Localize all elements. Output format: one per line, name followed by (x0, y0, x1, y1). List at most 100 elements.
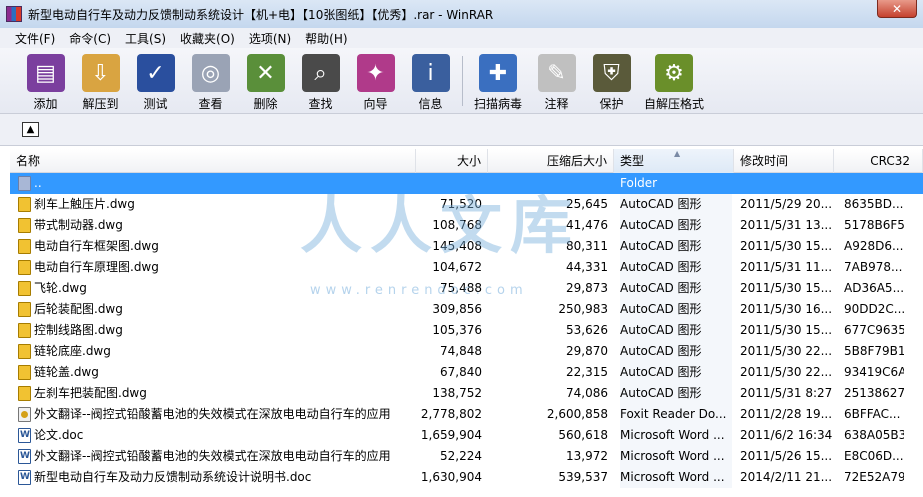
dwg-file-icon (18, 365, 31, 380)
cell-name: 后轮装配图.dwg (34, 302, 123, 316)
toolbar-button-label: 向导 (363, 97, 388, 111)
cell-crc: 72E52A79 (844, 470, 904, 484)
cell-modified: 2011/5/31 13... (740, 218, 832, 232)
menu-item[interactable]: 命令(C) (62, 30, 118, 47)
cell-crc: 6BFFAC... (844, 407, 901, 421)
toolbar-button[interactable]: ◎ 查看 (183, 48, 238, 114)
cell-packed (488, 173, 608, 194)
cell-modified: 2011/2/28 19... (740, 407, 832, 421)
cell-type: AutoCAD 图形 (620, 236, 732, 257)
cell-crc: 25138627 (844, 386, 904, 400)
dwg-file-icon (18, 281, 31, 296)
cell-size: 145,408 (432, 239, 482, 253)
file-row[interactable]: 带式制动器.dwg 108,768 41,476 AutoCAD 图形 2011/5/3… (10, 215, 923, 236)
cell-name: 带式制动器.dwg (34, 218, 123, 232)
cell-crc: 7AB978... (844, 260, 903, 274)
dwg-file-icon (18, 344, 31, 359)
file-row[interactable]: 飞轮.dwg 75,488 29,873 AutoCAD 图形 2011/5/30 15… (10, 278, 923, 299)
cell-size (416, 173, 482, 194)
file-row[interactable]: 论文.doc 1,659,904 560,618 Microsoft Word ...… (10, 425, 923, 446)
toolbar-button[interactable]: ⚙ 自解压格式 (639, 48, 709, 114)
cell-name: 论文.doc (34, 428, 84, 442)
toolbar-button[interactable]: ✓ 测试 (128, 48, 183, 114)
cell-modified: 2011/5/30 15... (740, 239, 832, 253)
file-row[interactable]: 外文翻译--阀控式铅酸蓄电池的失效模式在深放电电动自行车的应用 2,778,802… (10, 404, 923, 425)
toolbar-button[interactable]: ⇩ 解压到 (73, 48, 128, 114)
toolbar-button-label: 解压到 (82, 97, 119, 111)
toolbar-button[interactable]: ⛨ 保护 (584, 48, 639, 114)
file-row[interactable]: 外文翻译--阀控式铅酸蓄电池的失效模式在深放电电动自行车的应用 52,224 13,… (10, 446, 923, 467)
file-row[interactable]: 左刹车把装配图.dwg 138,752 74,086 AutoCAD 图形 2011/5… (10, 383, 923, 404)
toolbar-button[interactable]: ✎ 注释 (529, 48, 584, 114)
cell-type: AutoCAD 图形 (620, 257, 732, 278)
pdf-file-icon (18, 407, 31, 422)
view-icon: ◎ (191, 54, 230, 92)
file-row[interactable]: 新型电动自行车及动力反馈制动系统设计说明书.doc 1,630,904 539,53… (10, 467, 923, 488)
file-row[interactable]: 链轮盖.dwg 67,840 22,315 AutoCAD 图形 2011/5/30 2… (10, 362, 923, 383)
title-bar: 新型电动自行车及动力反馈制动系统设计【机+电】【10张图纸】【优秀】.rar -… (0, 0, 923, 28)
doc-file-icon (18, 449, 31, 464)
cell-size: 74,848 (440, 344, 482, 358)
file-row[interactable]: 控制线路图.dwg 105,376 53,626 AutoCAD 图形 2011/5/3… (10, 320, 923, 341)
column-modified[interactable]: 修改时间 (734, 149, 834, 173)
close-button[interactable]: ✕ (877, 0, 917, 18)
cell-name: 电动自行车原理图.dwg (34, 260, 159, 274)
cell-crc: 5178B6F5 (844, 218, 904, 232)
cell-type: Microsoft Word ... (620, 425, 732, 446)
column-name[interactable]: 名称 (10, 149, 416, 173)
file-row[interactable]: 电动自行车原理图.dwg 104,672 44,331 AutoCAD 图形 2011/… (10, 257, 923, 278)
menu-item[interactable]: 帮助(H) (298, 30, 354, 47)
toolbar-button-label: 保护 (599, 97, 624, 111)
cell-crc: 90DD2C... (844, 302, 904, 316)
cell-packed: 29,873 (566, 281, 608, 295)
column-size[interactable]: 大小 (416, 149, 488, 173)
cell-packed: 41,476 (566, 218, 608, 232)
cell-crc: E8C06D... (844, 449, 904, 463)
cell-modified: 2014/2/11 21... (740, 470, 832, 484)
cell-packed: 80,311 (566, 239, 608, 253)
cell-packed: 539,537 (558, 470, 608, 484)
toolbar-button[interactable]: i 信息 (403, 48, 458, 114)
toolbar-button[interactable]: ⌕ 查找 (293, 48, 348, 114)
cell-name: .. (34, 176, 42, 190)
cell-size: 67,840 (440, 365, 482, 379)
path-bar: ▲ (0, 114, 923, 146)
cell-packed: 53,626 (566, 323, 608, 337)
menu-item[interactable]: 收藏夹(O) (173, 30, 242, 47)
toolbar-button[interactable]: ▤ 添加 (18, 48, 73, 114)
cell-type: AutoCAD 图形 (620, 194, 732, 215)
cell-size: 1,630,904 (420, 470, 482, 484)
column-crc[interactable]: CRC32 (834, 149, 923, 173)
file-row[interactable]: 电动自行车框架图.dwg 145,408 80,311 AutoCAD 图形 2011/… (10, 236, 923, 257)
menu-item[interactable]: 选项(N) (242, 30, 298, 47)
cell-size: 75,488 (440, 281, 482, 295)
cell-name: 飞轮.dwg (34, 281, 87, 295)
info-icon: i (411, 54, 450, 92)
cell-name: 外文翻译--阀控式铅酸蓄电池的失效模式在深放电电动自行车的应用 (34, 449, 391, 463)
add-archive-icon: ▤ (26, 54, 65, 92)
up-folder-button[interactable]: ▲ (22, 122, 39, 137)
menu-item[interactable]: 文件(F) (8, 30, 62, 47)
cell-crc: AD36A5... (844, 281, 904, 295)
file-row[interactable]: .. Folder (10, 173, 923, 194)
cell-packed: 74,086 (566, 386, 608, 400)
toolbar-button-label: 自解压格式 (643, 97, 704, 111)
menu-item[interactable]: 工具(S) (118, 30, 173, 47)
winrar-icon (6, 6, 22, 22)
column-packed[interactable]: 压缩后大小 (488, 149, 614, 173)
column-header: 名称 大小 压缩后大小 类型 修改时间 CRC32 ▲ (10, 149, 923, 173)
cell-size: 104,672 (432, 260, 482, 274)
cell-name: 控制线路图.dwg (34, 323, 123, 337)
cell-name: 刹车上触压片.dwg (34, 197, 135, 211)
file-row[interactable]: 链轮底座.dwg 74,848 29,870 AutoCAD 图形 2011/5/30 … (10, 341, 923, 362)
cell-type: AutoCAD 图形 (620, 383, 732, 404)
file-list: 名称 大小 压缩后大小 类型 修改时间 CRC32 ▲ .. Folder 刹车上触… (10, 149, 923, 497)
toolbar-button[interactable]: ✕ 删除 (238, 48, 293, 114)
file-row[interactable]: 刹车上触压片.dwg 71,520 25,645 AutoCAD 图形 2011/5/2… (10, 194, 923, 215)
cell-packed: 2,600,858 (546, 407, 608, 421)
toolbar-button[interactable]: ✦ 向导 (348, 48, 403, 114)
file-row[interactable]: 后轮装配图.dwg 309,856 250,983 AutoCAD 图形 2011/5/… (10, 299, 923, 320)
cell-size: 138,752 (432, 386, 482, 400)
dwg-file-icon (18, 239, 31, 254)
toolbar-button[interactable]: ✚ 扫描病毒 (467, 48, 529, 114)
